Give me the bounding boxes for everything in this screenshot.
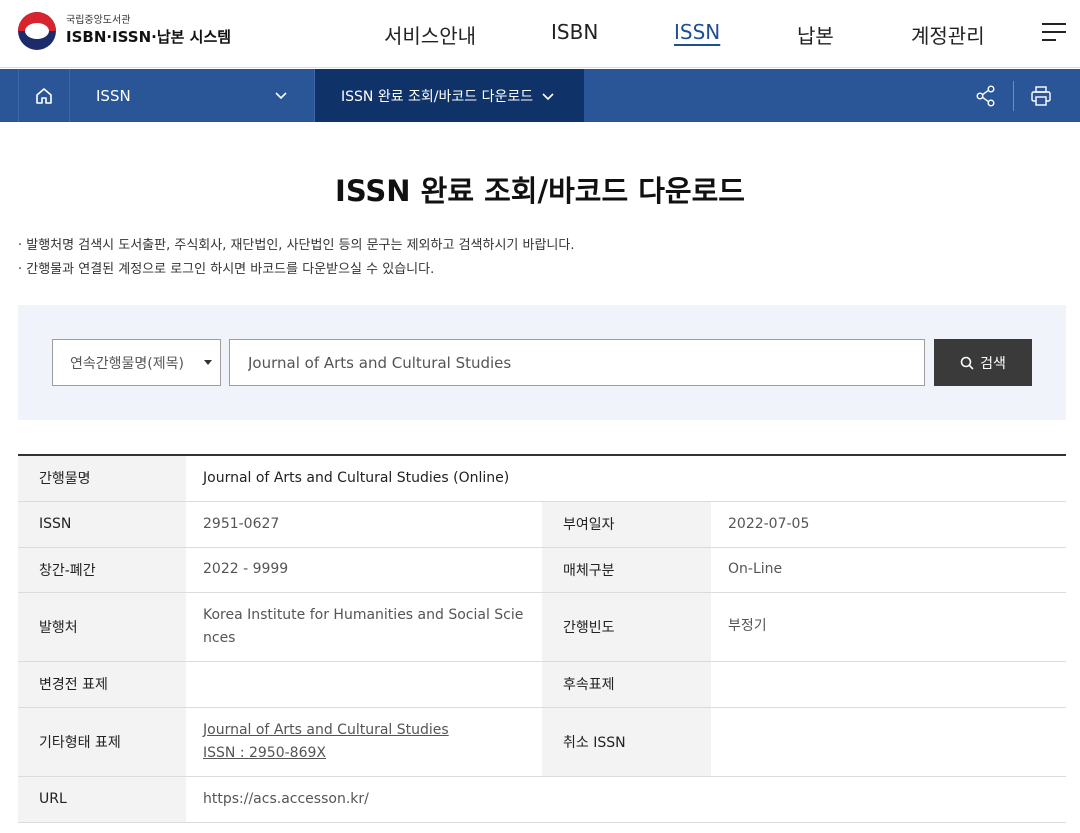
- nav-service-info[interactable]: 서비스안내: [384, 20, 476, 49]
- assign-date-label: 부여일자: [542, 501, 711, 548]
- period-value: 2022 - 9999: [186, 547, 542, 593]
- notice-line: · 발행처명 검색시 도서출판, 주식회사, 재단법인, 사단법인 등의 문구는…: [18, 238, 575, 253]
- media-value: On-Line: [711, 547, 1066, 593]
- location-bar: ISSN ISSN 완료 조회/바코드 다운로드: [0, 69, 1080, 122]
- title-value: Journal of Arts and Cultural Studies (On…: [186, 455, 1066, 502]
- breadcrumb-level2-label: ISSN 완료 조회/바코드 다운로드: [341, 88, 534, 105]
- chevron-down-icon: [275, 92, 287, 100]
- title-label: 간행물명: [18, 455, 186, 502]
- cancel-issn-value: [711, 707, 1066, 777]
- frequency-value: 부정기: [711, 592, 1066, 662]
- table-row: 간행물명 Journal of Arts and Cultural Studie…: [18, 455, 1066, 502]
- nav-issn[interactable]: ISSN: [674, 20, 720, 44]
- site-logo[interactable]: 국립중앙도서관 ISBN·ISSN·납본 시스템: [18, 12, 231, 50]
- frequency-label: 간행빈도: [542, 592, 711, 662]
- issn-label: ISSN: [18, 501, 186, 548]
- logo-title: ISBN·ISSN·납본 시스템: [66, 28, 232, 46]
- home-icon: [36, 87, 52, 104]
- next-title-value: [711, 661, 1066, 708]
- cancel-issn-label: 취소 ISSN: [542, 707, 711, 777]
- table-row: 창간-폐간 2022 - 9999 매체구분 On-Line: [18, 547, 1066, 593]
- publisher-value-line: Korea Institute for Humanities and Socia…: [203, 606, 524, 623]
- search-icon: [960, 356, 974, 370]
- search-button-label: 검색: [980, 354, 1006, 371]
- breadcrumb-level1-dropdown[interactable]: ISSN: [70, 69, 315, 122]
- url-value: https://acs.accesson.kr/: [186, 776, 1066, 823]
- table-row: 기타형태 표제 Journal of Arts and Cultural Stu…: [18, 707, 1066, 777]
- table-row: URL https://acs.accesson.kr/: [18, 776, 1066, 823]
- site-header: 국립중앙도서관 ISBN·ISSN·납본 시스템 서비스안내 ISBN ISSN…: [0, 0, 1080, 68]
- table-row: 발행처 Korea Institute for Humanities and S…: [18, 592, 1066, 662]
- government-emblem-icon: [18, 12, 56, 50]
- page-title: ISSN 완료 조회/바코드 다운로드: [335, 174, 745, 208]
- search-input[interactable]: [229, 339, 925, 386]
- publisher-value-line: nces: [203, 629, 236, 646]
- table-row: 변경전 표제 후속표제: [18, 661, 1066, 708]
- nav-isbn[interactable]: ISBN: [551, 20, 598, 44]
- other-form-value: Journal of Arts and Cultural Studies ISS…: [186, 707, 542, 777]
- prev-title-value: [186, 661, 542, 708]
- chevron-down-icon: [542, 92, 554, 100]
- nav-deposit[interactable]: 납본: [797, 20, 834, 49]
- search-field-select[interactable]: 연속간행물명(제목): [52, 339, 221, 386]
- other-form-title-link[interactable]: Journal of Arts and Cultural Studies: [203, 722, 449, 738]
- hamburger-menu-icon[interactable]: [1042, 22, 1066, 44]
- breadcrumb-level1-label: ISSN: [96, 86, 131, 105]
- share-icon[interactable]: [975, 85, 997, 107]
- media-label: 매체구분: [542, 547, 711, 593]
- toolbar-divider: [1013, 81, 1014, 111]
- prev-title-label: 변경전 표제: [18, 661, 186, 708]
- issn-result-table: 간행물명 Journal of Arts and Cultural Studie…: [18, 454, 1066, 823]
- search-notice: · 발행처명 검색시 도서출판, 주식회사, 재단법인, 사단법인 등의 문구는…: [18, 234, 574, 282]
- search-panel: 연속간행물명(제목) 검색: [18, 305, 1066, 420]
- search-field-selected: 연속간행물명(제목): [70, 355, 184, 372]
- other-form-label: 기타형태 표제: [18, 707, 186, 777]
- breadcrumb-level2-dropdown[interactable]: ISSN 완료 조회/바코드 다운로드: [315, 69, 584, 122]
- notice-line: · 간행물과 연결된 계정으로 로그인 하시면 바코드를 다운받으실 수 있습니…: [18, 262, 435, 277]
- url-label: URL: [18, 776, 186, 823]
- other-form-issn-link[interactable]: ISSN : 2950-869X: [203, 745, 326, 761]
- table-row: ISSN 2951-0627 부여일자 2022-07-05: [18, 501, 1066, 548]
- issn-value: 2951-0627: [186, 501, 542, 548]
- period-label: 창간-폐간: [18, 547, 186, 593]
- home-button[interactable]: [18, 69, 70, 122]
- search-button[interactable]: 검색: [934, 339, 1032, 386]
- next-title-label: 후속표제: [542, 661, 711, 708]
- publisher-label: 발행처: [18, 592, 186, 662]
- assign-date-value: 2022-07-05: [711, 501, 1066, 548]
- caret-down-icon: [204, 360, 212, 365]
- nav-account[interactable]: 계정관리: [911, 20, 985, 49]
- logo-subtitle: 국립중앙도서관: [66, 15, 131, 26]
- print-icon[interactable]: [1030, 85, 1052, 107]
- publisher-value: Korea Institute for Humanities and Socia…: [186, 592, 542, 662]
